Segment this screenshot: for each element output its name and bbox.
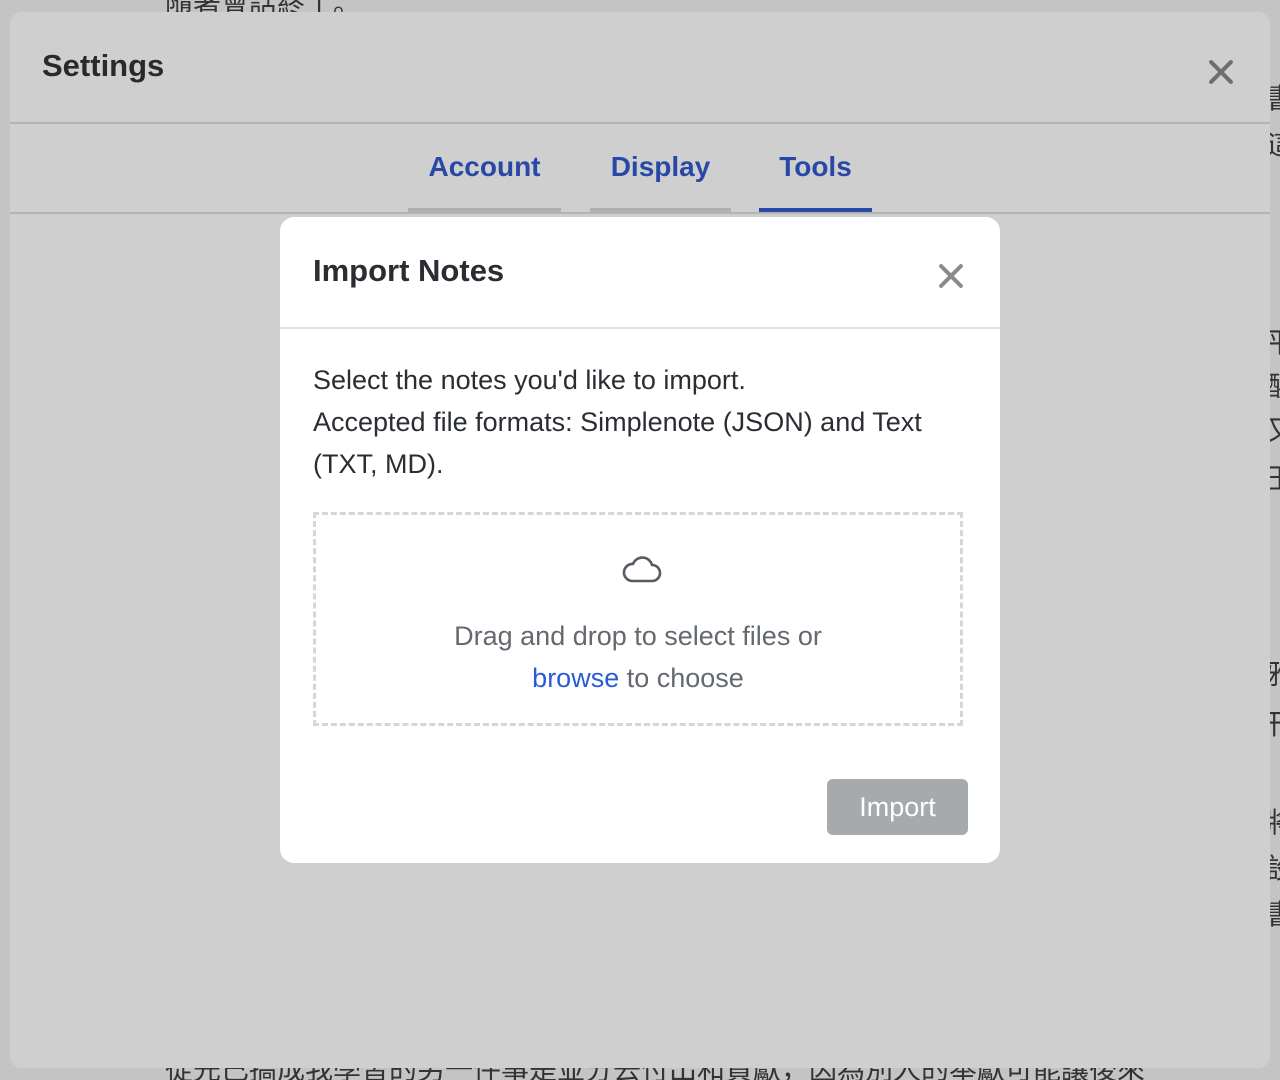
tab-display[interactable]: Display bbox=[590, 124, 731, 212]
tab-tools-label: Tools bbox=[779, 151, 852, 182]
tab-account-label: Account bbox=[428, 151, 541, 182]
description-line-1: Select the notes you'd like to import. bbox=[313, 365, 746, 395]
cloud-icon bbox=[622, 556, 662, 583]
dialog-header: Import Notes bbox=[280, 217, 1000, 329]
dropzone-text-suffix: to choose bbox=[619, 663, 744, 693]
settings-title: Settings bbox=[42, 48, 165, 83]
dropzone-text-line-2: browse to choose bbox=[316, 657, 960, 699]
settings-close-icon[interactable] bbox=[1207, 58, 1235, 86]
tab-account[interactable]: Account bbox=[408, 124, 561, 212]
tab-tools-underline bbox=[759, 208, 872, 212]
settings-header: Settings bbox=[10, 12, 1270, 124]
file-dropzone[interactable]: Drag and drop to select files or browse … bbox=[313, 512, 963, 726]
dialog-title: Import Notes bbox=[313, 253, 505, 288]
dialog-close-icon[interactable] bbox=[937, 262, 965, 290]
browse-link[interactable]: browse bbox=[532, 663, 619, 693]
tab-tools[interactable]: Tools bbox=[759, 124, 872, 212]
tab-display-label: Display bbox=[610, 151, 711, 182]
dropzone-text-line-1: Drag and drop to select files or bbox=[454, 621, 822, 651]
dialog-description: Select the notes you'd like to import. A… bbox=[313, 359, 973, 485]
tab-account-underline bbox=[408, 208, 561, 212]
description-line-2: Accepted file formats: Simplenote (JSON)… bbox=[313, 407, 922, 479]
tab-display-underline bbox=[590, 208, 731, 212]
dropzone-text: Drag and drop to select files or browse … bbox=[316, 615, 960, 699]
settings-tabs: Account Display Tools bbox=[10, 124, 1270, 214]
import-notes-dialog: Import Notes Select the notes you'd like… bbox=[280, 217, 1000, 863]
import-button[interactable]: Import bbox=[827, 779, 968, 835]
